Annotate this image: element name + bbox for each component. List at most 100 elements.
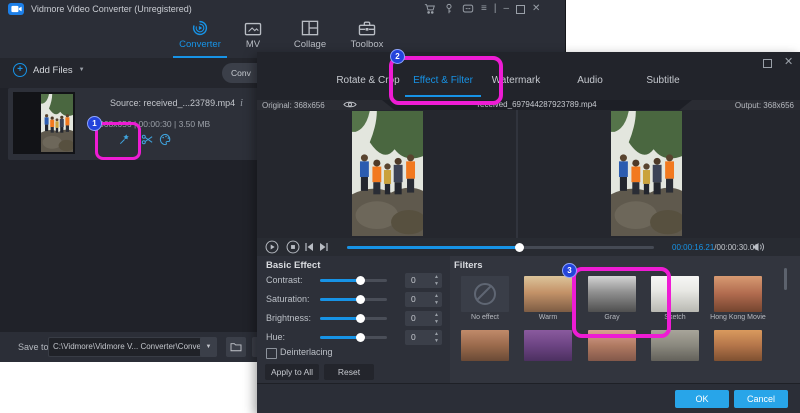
add-files-button[interactable]: + Add Files ▼ (13, 63, 85, 77)
converter-icon (172, 20, 228, 36)
stepper-arrows-icon[interactable]: ▲▼ (434, 293, 439, 306)
preview-area (257, 110, 800, 238)
titlebar-separator: | (494, 4, 497, 14)
toolbox-icon (338, 20, 396, 36)
stepper-arrows-icon[interactable]: ▲▼ (434, 274, 439, 287)
maximize-icon[interactable] (516, 5, 525, 14)
tab-converter[interactable]: Converter (172, 20, 228, 58)
slider-thumb[interactable] (356, 314, 365, 323)
stepper-arrows-icon[interactable]: ▲▼ (434, 312, 439, 325)
dialog-close-icon[interactable]: ✕ (784, 57, 793, 67)
contrast-stepper[interactable]: 0▲▼ (405, 273, 442, 288)
hue-value: 0 (411, 332, 416, 342)
eye-icon[interactable] (343, 100, 357, 109)
palette-icon[interactable] (159, 133, 172, 146)
step3-badge: 3 (562, 263, 577, 278)
saturation-label: Saturation: (266, 294, 310, 304)
dialog-header: ✕ Rotate & Crop Effect & Filter Watermar… (257, 52, 800, 100)
filter-no-effect[interactable] (461, 276, 509, 312)
stop-icon[interactable] (286, 240, 300, 254)
dialog-maximize-icon[interactable] (763, 59, 772, 68)
brightness-label: Brightness: (266, 313, 311, 323)
step2-highlight-box (389, 56, 503, 105)
filters-scrollbar[interactable] (784, 268, 787, 290)
output-preview (611, 111, 682, 236)
next-frame-icon[interactable] (319, 242, 329, 252)
reset-button[interactable]: Reset (324, 364, 374, 380)
brightness-stepper[interactable]: 0 ▲▼ (405, 311, 442, 326)
step3-highlight-box (572, 267, 671, 338)
main-titlebar: Vidmore Video Converter (Unregistered) ≡… (0, 0, 565, 18)
tab-collage-label: Collage (282, 39, 338, 50)
effect-filter-dialog: ✕ Rotate & Crop Effect & Filter Watermar… (257, 52, 800, 413)
filter-label: Warm (517, 314, 579, 321)
output-size-label: Output: 368x656 (735, 101, 794, 110)
basic-effect-title: Basic Effect (266, 260, 320, 271)
filter-thumbnail[interactable] (524, 330, 572, 361)
info-icon[interactable]: i (240, 98, 243, 109)
file-source-name: Source: received_...23789.mp4 i (110, 98, 243, 109)
tab-mv-label: MV (226, 39, 280, 50)
filter-warm[interactable] (524, 276, 572, 312)
saturation-row: Saturation: 0 ▲▼ (257, 291, 450, 307)
cancel-button[interactable]: Cancel (734, 390, 788, 408)
time-display: 00:00:16.21/00:00:30.06 (672, 243, 759, 252)
save-to-label: Save to: (18, 342, 51, 352)
saturation-value: 0 (411, 294, 416, 304)
slider-thumb[interactable] (356, 333, 365, 342)
plus-icon: + (13, 63, 27, 77)
play-icon[interactable] (265, 240, 279, 254)
dialog-tab-subtitle[interactable]: Subtitle (623, 75, 703, 86)
seek-slider[interactable] (347, 246, 654, 249)
menu-icon[interactable]: ≡ (481, 4, 487, 14)
brightness-slider[interactable] (320, 317, 387, 320)
video-thumbnail (13, 92, 75, 154)
dialog-tab-audio[interactable]: Audio (550, 75, 630, 86)
prev-frame-icon[interactable] (304, 242, 314, 252)
cut-icon[interactable] (141, 133, 154, 146)
deinterlacing-label: Deinterlacing (280, 347, 333, 357)
original-preview (352, 111, 423, 236)
open-folder-button[interactable] (226, 337, 246, 357)
slider-thumb[interactable] (356, 295, 365, 304)
close-icon[interactable]: ✕ (532, 4, 540, 14)
ok-button[interactable]: OK (675, 390, 729, 408)
apply-to-all-button[interactable]: Apply to All (265, 364, 319, 380)
contrast-row: Contrast: 0▲▼ (257, 272, 450, 288)
slider-fill (320, 317, 360, 320)
saturation-stepper[interactable]: 0 ▲▼ (405, 292, 442, 307)
filter-label: No effect (454, 314, 516, 321)
key-icon[interactable] (443, 3, 455, 15)
filters-title: Filters (454, 260, 483, 271)
mv-icon (226, 20, 280, 36)
cart-icon[interactable] (424, 3, 436, 15)
filter-thumbnail[interactable] (714, 330, 762, 361)
saturation-slider[interactable] (320, 298, 387, 301)
deinterlacing-checkbox[interactable] (266, 348, 277, 359)
app-title: Vidmore Video Converter (Unregistered) (31, 4, 192, 14)
hue-slider[interactable] (320, 336, 387, 339)
hue-stepper[interactable]: 0 ▲▼ (405, 330, 442, 345)
contrast-slider[interactable] (320, 279, 387, 282)
filter-hong-kong-movie[interactable] (714, 276, 762, 312)
step1-badge: 1 (87, 116, 102, 131)
playback-controls: 00:00:16.21/00:00:30.06 (257, 238, 800, 256)
filter-thumbnail[interactable] (461, 330, 509, 361)
preview-info-row: received_697944287923789.mp4 Original: 3… (257, 100, 800, 110)
prohibition-icon (474, 283, 496, 305)
save-path-input[interactable]: C:\Vidmore\Vidmore V... Converter\Conver… (48, 337, 208, 357)
hue-label: Hue: (266, 332, 285, 342)
slider-thumb[interactable] (356, 276, 365, 285)
caret-down-icon: ▼ (206, 344, 212, 350)
minimize-icon[interactable]: – (503, 4, 509, 14)
seek-thumb[interactable] (515, 243, 524, 252)
add-files-label: Add Files (33, 65, 73, 76)
brightness-row: Brightness: 0 ▲▼ (257, 310, 450, 326)
slider-fill (320, 279, 360, 282)
slider-fill (320, 336, 360, 339)
stepper-arrows-icon[interactable]: ▲▼ (434, 331, 439, 344)
volume-icon[interactable] (752, 241, 765, 253)
feedback-icon[interactable] (462, 3, 474, 15)
brightness-value: 0 (411, 313, 416, 323)
save-path-dropdown[interactable]: ▼ (200, 337, 217, 357)
